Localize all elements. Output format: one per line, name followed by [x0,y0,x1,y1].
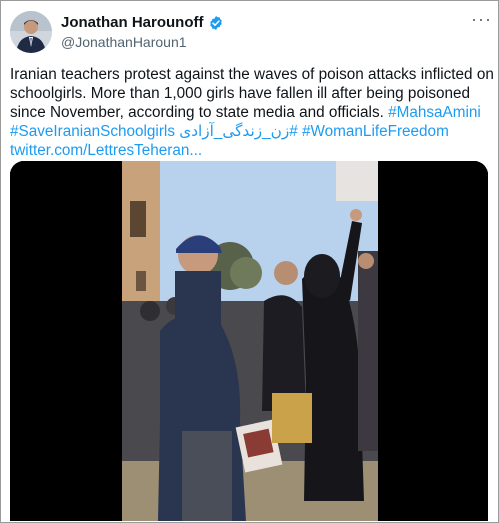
tweet-text-segment: since November, according to state media… [10,104,389,121]
avatar-image [10,11,52,53]
verified-badge-icon [209,15,222,30]
hashtag-link[interactable]: #WomanLifeFreedom [302,123,449,140]
more-horizontal-icon[interactable]: ··· [471,9,492,30]
hashtag-link[interactable]: #زن_زندگی_آزادی [179,123,298,140]
tweet-text-line: since November, according to state media… [10,103,492,122]
author-display-name[interactable]: Jonathan Harounoff [61,14,224,31]
hashtag-link[interactable]: #MahsaAmini [388,104,481,121]
tweet-text-line: twitter.com/LettresTeheran... [10,141,492,160]
tweet-card: Jonathan Harounoff @JonathanHaroun1 ··· … [0,0,499,523]
tweet-text-line: Iranian teachers protest against the wav… [10,66,494,83]
tweet-text-line: #SaveIranianSchoolgirls #زن_زندگی_آزادی … [10,122,492,141]
video-frame-image [10,161,488,521]
url-link[interactable]: twitter.com/LettresTeheran... [10,142,202,159]
avatar[interactable] [10,11,52,53]
author-handle[interactable]: @JonathanHaroun1 [61,34,187,50]
author-name-text: Jonathan Harounoff [61,14,204,31]
tweet-text: Iranian teachers protest against the wav… [10,65,494,160]
tweet-text-line: schoolgirls. More than 1,000 girls have … [10,85,471,102]
tweet-video[interactable] [10,161,488,521]
hashtag-link[interactable]: #SaveIranianSchoolgirls [10,123,175,140]
